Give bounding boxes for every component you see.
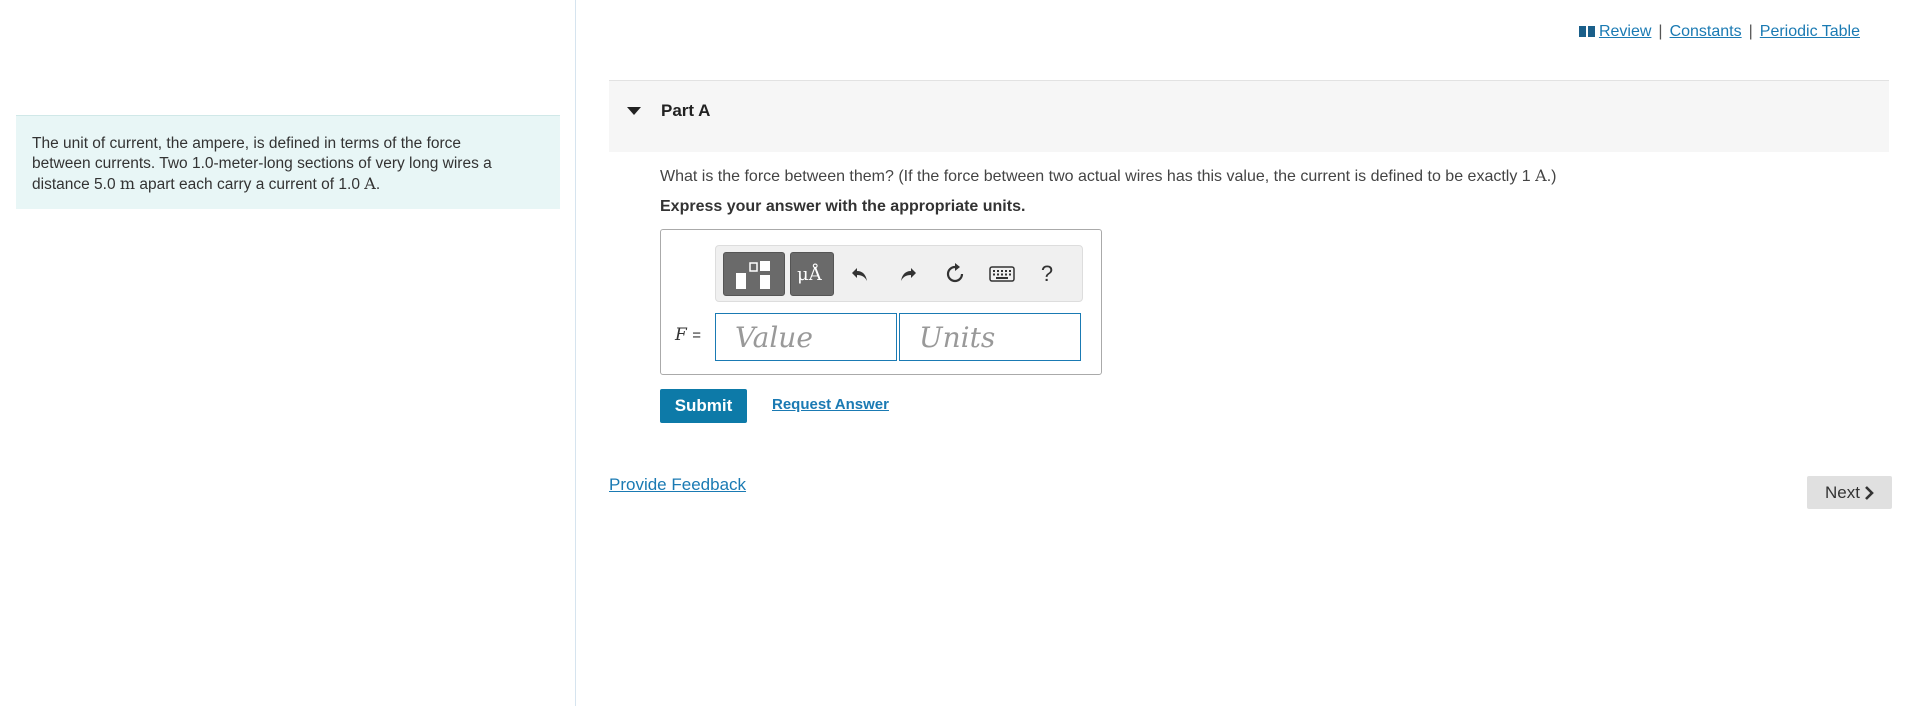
reset-icon[interactable] xyxy=(939,258,971,290)
undo-icon[interactable] xyxy=(844,258,876,290)
question-body: What is the force between them? (If the … xyxy=(660,168,1531,185)
book-icon xyxy=(1578,26,1595,37)
keyboard-icon[interactable] xyxy=(986,258,1018,290)
templates-icon xyxy=(736,261,770,289)
help-button[interactable]: ? xyxy=(1031,258,1063,290)
intro-line-1: The unit of current, the ampere, is defi… xyxy=(32,135,462,152)
next-button[interactable]: Next xyxy=(1807,476,1892,509)
units-icon: μÅ xyxy=(797,264,822,285)
left-pane: The unit of current, the ampere, is defi… xyxy=(0,0,576,706)
units-input[interactable] xyxy=(899,313,1081,361)
intro-distance-unit: m xyxy=(119,174,136,193)
intro-line-3: distance 5.0 m apart each carry a curren… xyxy=(32,174,544,195)
caret-down-icon[interactable] xyxy=(627,107,641,115)
intro-current: apart each carry a current of 1.0 xyxy=(139,176,360,193)
intro-distance: distance 5.0 xyxy=(32,176,116,193)
top-links: Review | Constants | Periodic Table xyxy=(1578,23,1860,41)
next-label: Next xyxy=(1825,482,1860,502)
problem-intro: The unit of current, the ampere, is defi… xyxy=(16,115,560,209)
intro-period: . xyxy=(375,176,381,193)
chevron-right-icon xyxy=(1865,485,1874,500)
constants-link[interactable]: Constants xyxy=(1670,23,1742,41)
review-label: Review xyxy=(1598,23,1652,40)
separator: | xyxy=(1658,23,1663,40)
redo-icon[interactable] xyxy=(892,258,924,290)
intro-line-2: between currents. Two 1.0-meter-long sec… xyxy=(32,155,492,172)
part-title: Part A xyxy=(661,101,711,120)
question-end: .) xyxy=(1546,168,1557,185)
provide-feedback-link[interactable]: Provide Feedback xyxy=(609,475,746,495)
periodic-table-link[interactable]: Periodic Table xyxy=(1760,23,1860,41)
submit-button[interactable]: Submit xyxy=(660,389,747,423)
math-toolbar: μÅ ? xyxy=(715,245,1083,302)
intro-current-unit: A xyxy=(364,174,376,193)
request-answer-link[interactable]: Request Answer xyxy=(772,396,889,413)
units-button[interactable]: μÅ xyxy=(790,252,834,296)
answer-box: μÅ ? F = xyxy=(660,229,1102,375)
review-link[interactable]: Review xyxy=(1578,23,1652,41)
instruction-text: Express your answer with the appropriate… xyxy=(660,198,1026,215)
variable-name: F xyxy=(675,325,687,345)
value-input[interactable] xyxy=(715,313,897,361)
equals-sign: = xyxy=(692,327,701,344)
answer-variable-label: F = xyxy=(675,325,701,345)
question-text: What is the force between them? (If the … xyxy=(660,166,1556,186)
separator: | xyxy=(1748,23,1753,40)
question-unit: A xyxy=(1535,166,1547,185)
templates-button[interactable] xyxy=(723,252,785,296)
part-a-header[interactable]: Part A xyxy=(609,80,1889,152)
